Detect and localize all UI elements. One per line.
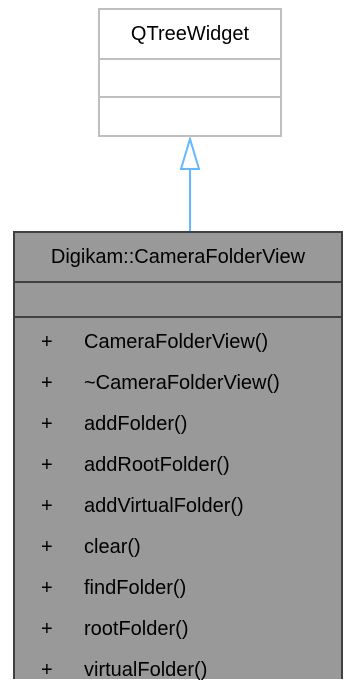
derived-class-box[interactable]: Digikam::CameraFolderView + CameraFolderV…: [13, 231, 343, 681]
method-row: + rootFolder(): [15, 609, 341, 650]
base-class-box[interactable]: QTreeWidget: [98, 8, 282, 137]
method-visibility: +: [41, 577, 53, 599]
method-name: addRootFolder(): [84, 454, 230, 476]
method-row: + clear(): [15, 527, 341, 568]
base-class-methods: [100, 98, 280, 134]
derived-class-methods: + CameraFolderView() + ~CameraFolderView() +…: [15, 318, 341, 691]
method-name: CameraFolderView(): [84, 331, 269, 353]
inheritance-arrowhead: [179, 135, 201, 170]
method-visibility: +: [41, 413, 53, 435]
method-row: + addVirtualFolder(): [15, 486, 341, 527]
method-row: + findFolder(): [15, 568, 341, 609]
base-class-attributes: [100, 60, 280, 98]
method-visibility: +: [41, 454, 53, 476]
method-name: addFolder(): [84, 413, 188, 435]
derived-class-attributes: [15, 283, 341, 318]
method-name: clear(): [84, 536, 141, 558]
derived-class-name: Digikam::CameraFolderView: [15, 233, 341, 283]
method-row: + ~CameraFolderView(): [15, 363, 341, 404]
method-visibility: +: [41, 331, 53, 353]
method-visibility: +: [41, 536, 53, 558]
method-row: + virtualFolder(): [15, 650, 341, 691]
method-row: + CameraFolderView(): [15, 322, 341, 363]
method-visibility: +: [41, 618, 53, 640]
method-visibility: +: [41, 372, 53, 394]
method-name: virtualFolder(): [84, 659, 208, 681]
method-visibility: +: [41, 659, 53, 681]
method-row: + addFolder(): [15, 404, 341, 445]
method-name: ~CameraFolderView(): [84, 372, 280, 394]
method-visibility: +: [41, 495, 53, 517]
method-name: rootFolder(): [84, 618, 189, 640]
base-class-name: QTreeWidget: [100, 10, 280, 60]
method-row: + addRootFolder(): [15, 445, 341, 486]
method-name: addVirtualFolder(): [84, 495, 244, 517]
method-name: findFolder(): [84, 577, 187, 599]
